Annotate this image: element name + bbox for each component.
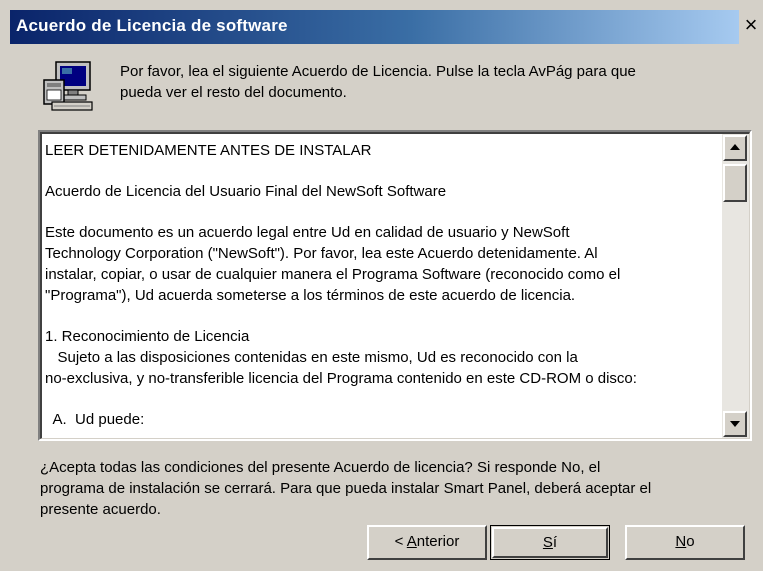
scroll-down-button[interactable] <box>723 411 747 437</box>
title-bar[interactable]: Acuerdo de Licencia de software <box>10 10 739 44</box>
no-button[interactable]: No <box>625 525 745 560</box>
yes-button-mnemonic: S <box>542 534 553 551</box>
window-title: Acuerdo de Licencia de software <box>16 16 288 35</box>
yes-button-label: í <box>552 534 558 551</box>
license-text-area[interactable]: LEER DETENIDAMENTE ANTES DE INSTALAR Acu… <box>38 130 752 441</box>
license-line: A. Ud puede: <box>45 411 145 428</box>
license-line: instalar, copiar, o usar de cualquier ma… <box>45 266 621 283</box>
license-heading: LEER DETENIDAMENTE ANTES DE INSTALAR <box>45 142 372 159</box>
question-line: ¿Acepta todas las condiciones del presen… <box>40 459 601 476</box>
acceptance-question: ¿Acepta todas las condiciones del presen… <box>40 457 745 520</box>
license-content: LEER DETENIDAMENTE ANTES DE INSTALAR Acu… <box>45 140 721 430</box>
license-section-heading: 1. Reconocimiento de Licencia <box>45 328 250 345</box>
license-line: Technology Corporation ("NewSoft"). Por … <box>45 245 598 262</box>
yes-button[interactable]: Sí <box>490 525 610 560</box>
question-line: programa de instalación se cerrará. Para… <box>40 480 652 497</box>
intro-line: Por favor, lea el siguiente Acuerdo de L… <box>120 63 636 80</box>
license-line: Este documento es un acuerdo legal entre… <box>45 224 570 241</box>
no-button-label: o <box>686 533 695 550</box>
intro-line: pueda ver el resto del documento. <box>120 84 347 101</box>
license-line: no-exclusiva, y no-transferible licencia… <box>45 370 637 387</box>
intro-message: Por favor, lea el siguiente Acuerdo de L… <box>120 61 730 103</box>
no-button-mnemonic: N <box>675 533 687 550</box>
close-button[interactable]: × <box>741 12 761 40</box>
license-line: "Programa"), Ud acuerda someterse a los … <box>45 287 576 304</box>
arrow-up-icon <box>730 144 740 150</box>
license-dialog: Acuerdo de Licencia de software × Por fa… <box>0 0 763 571</box>
back-button[interactable]: < Anterior <box>367 525 487 560</box>
vertical-scrollbar[interactable] <box>722 134 749 438</box>
arrow-down-icon <box>730 421 740 427</box>
back-button-label: nterior <box>416 533 460 550</box>
computer-setup-icon <box>43 61 93 111</box>
license-line: Acuerdo de Licencia del Usuario Final de… <box>45 183 447 200</box>
question-line: presente acuerdo. <box>40 501 161 518</box>
back-button-prefix: < <box>394 533 407 550</box>
scroll-up-button[interactable] <box>723 135 747 161</box>
license-line: Sujeto a las disposiciones contenidas en… <box>45 349 578 366</box>
scroll-thumb[interactable] <box>723 164 747 202</box>
back-button-mnemonic: A <box>406 533 417 550</box>
